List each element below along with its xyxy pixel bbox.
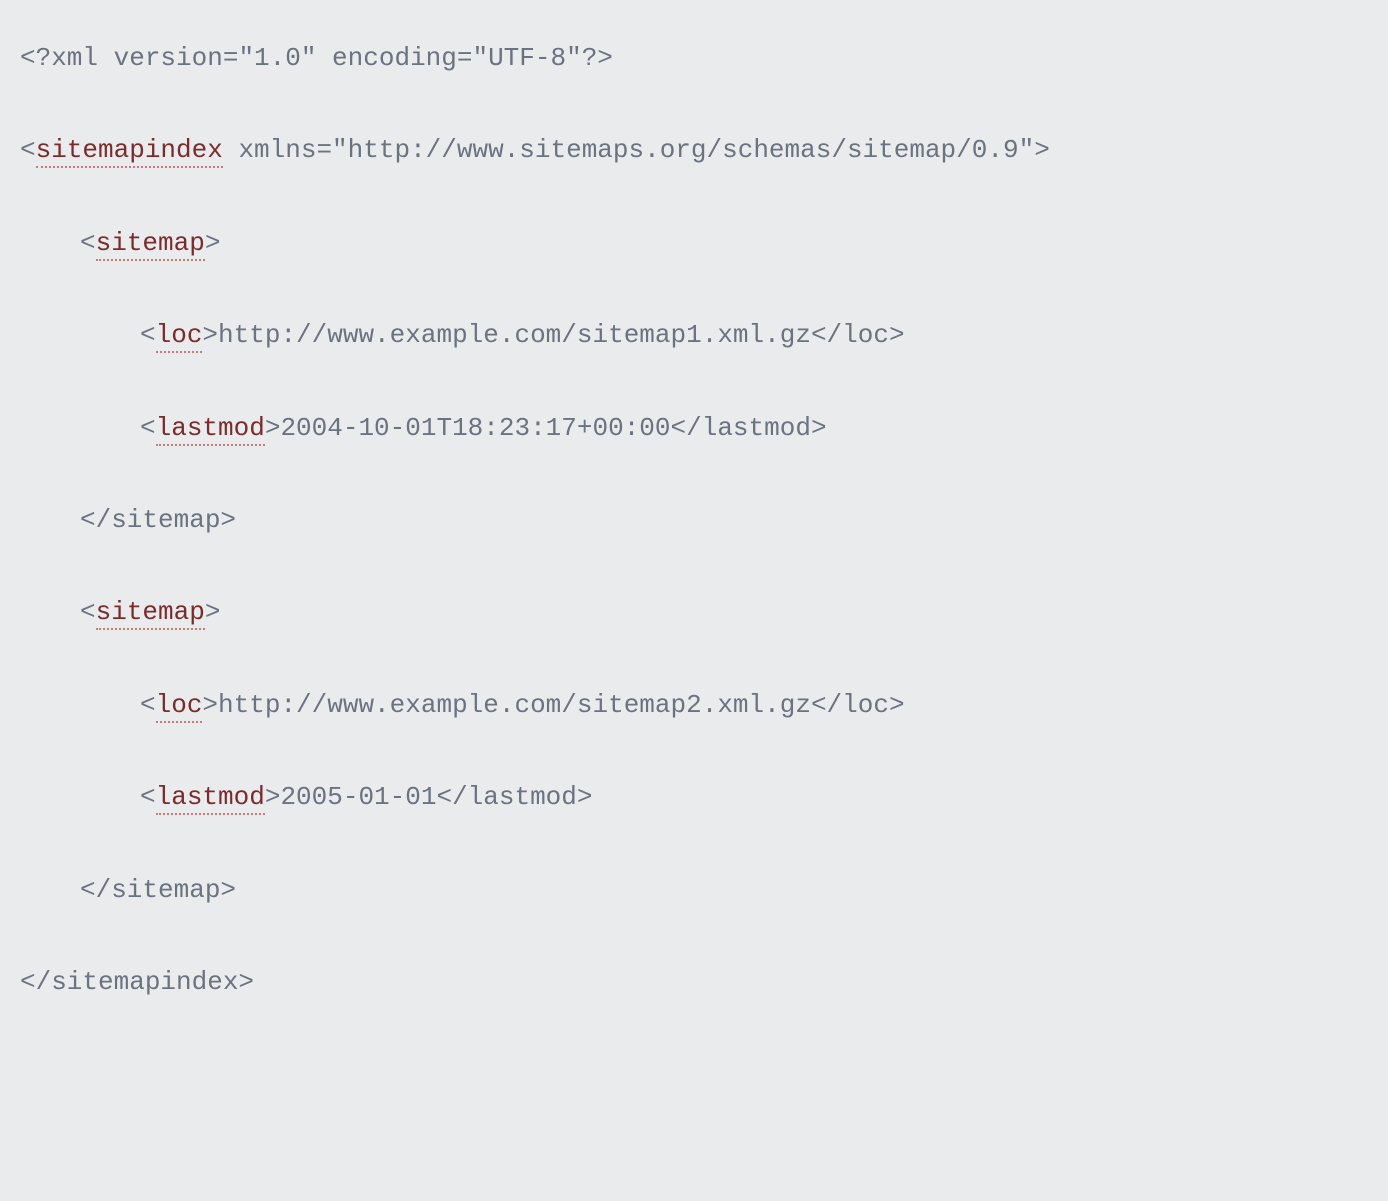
lastmod-value: 2005-01-01 — [280, 782, 436, 812]
close-bracket: > — [265, 782, 281, 812]
sitemap-close-line: </sitemap> — [20, 872, 1368, 908]
loc-close: </loc> — [811, 320, 905, 350]
sitemap-open-line: <sitemap> — [20, 594, 1368, 630]
close-bracket: > — [265, 413, 281, 443]
lastmod-close: </lastmod> — [671, 413, 827, 443]
sitemapindex-close: </sitemapindex> — [20, 967, 254, 997]
lastmod-close: </lastmod> — [436, 782, 592, 812]
xml-decl-close: ?> — [582, 43, 613, 73]
sitemap-close: </sitemap> — [80, 875, 236, 905]
close-bracket: > — [202, 320, 218, 350]
loc-tag: loc — [156, 690, 203, 723]
xml-decl-version: version="1.0" — [98, 43, 316, 73]
open-bracket: < — [140, 690, 156, 720]
sitemap-tag: sitemap — [96, 228, 205, 261]
xmlns-attr: xmlns="http://www.sitemaps.org/schemas/s… — [223, 135, 1034, 165]
lastmod-tag: lastmod — [156, 782, 265, 815]
open-bracket: < — [140, 782, 156, 812]
xml-decl-encoding: encoding="UTF-8" — [316, 43, 581, 73]
open-bracket: < — [80, 228, 96, 258]
open-bracket: < — [140, 413, 156, 443]
loc-value: http://www.example.com/sitemap2.xml.gz — [218, 690, 811, 720]
xml-code-block: <?xml version="1.0" encoding="UTF-8"?> <… — [0, 0, 1388, 1060]
sitemap-tag: sitemap — [96, 597, 205, 630]
open-bracket: < — [80, 597, 96, 627]
xml-decl-open: <?xml — [20, 43, 98, 73]
sitemapindex-close-line: </sitemapindex> — [20, 964, 1368, 1000]
loc-close: </loc> — [811, 690, 905, 720]
close-bracket: > — [205, 228, 221, 258]
open-bracket: < — [140, 320, 156, 350]
loc-tag: loc — [156, 320, 203, 353]
close-bracket: > — [205, 597, 221, 627]
sitemapindex-open-line: <sitemapindex xmlns="http://www.sitemaps… — [20, 132, 1368, 168]
sitemap-close-line: </sitemap> — [20, 502, 1368, 538]
lastmod-line: <lastmod>2004-10-01T18:23:17+00:00</last… — [20, 410, 1368, 446]
lastmod-value: 2004-10-01T18:23:17+00:00 — [280, 413, 670, 443]
lastmod-tag: lastmod — [156, 413, 265, 446]
sitemap-open-line: <sitemap> — [20, 225, 1368, 261]
loc-value: http://www.example.com/sitemap1.xml.gz — [218, 320, 811, 350]
close-bracket: > — [202, 690, 218, 720]
loc-line: <loc>http://www.example.com/sitemap2.xml… — [20, 687, 1368, 723]
open-bracket: < — [20, 135, 36, 165]
close-bracket: > — [1034, 135, 1050, 165]
loc-line: <loc>http://www.example.com/sitemap1.xml… — [20, 317, 1368, 353]
lastmod-line: <lastmod>2005-01-01</lastmod> — [20, 779, 1368, 815]
xml-declaration-line: <?xml version="1.0" encoding="UTF-8"?> — [20, 40, 1368, 76]
sitemap-close: </sitemap> — [80, 505, 236, 535]
sitemapindex-tag: sitemapindex — [36, 135, 223, 168]
